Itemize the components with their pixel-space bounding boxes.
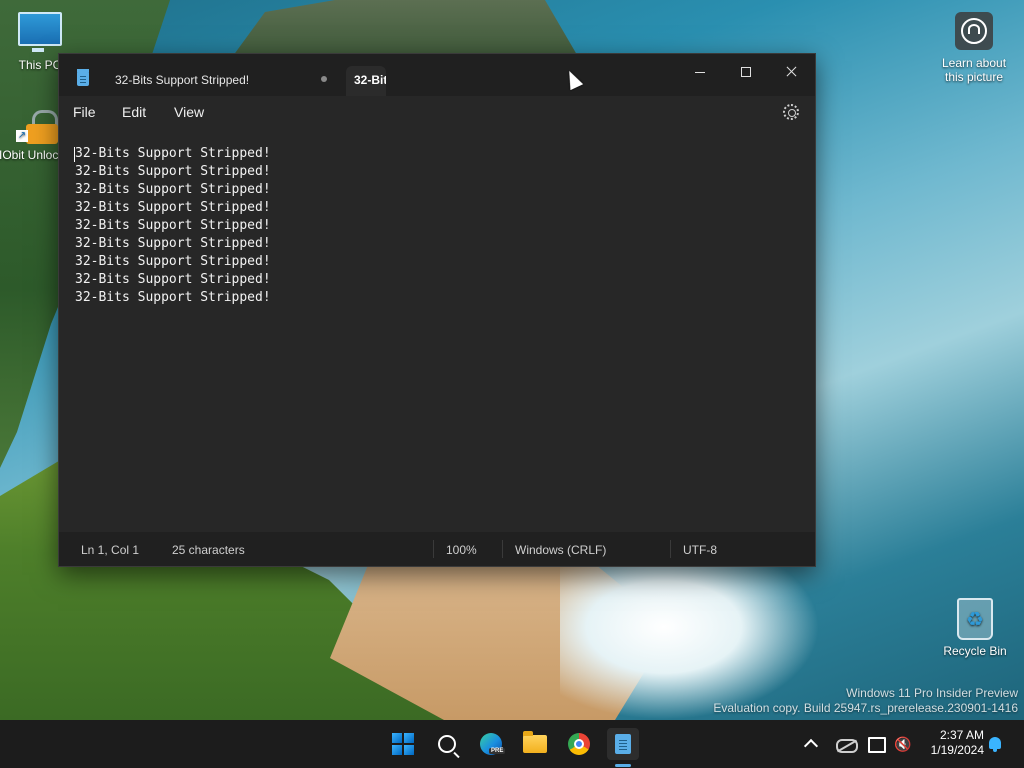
taskbar-notepad[interactable] [607,728,639,760]
clock-time: 2:37 AM [939,728,984,742]
editor-text[interactable]: 32-Bits Support Stripped! 32-Bits Support… [75,145,271,307]
close-button[interactable] [774,60,810,84]
learn-about-picture-icon [955,12,993,50]
editor-line: 32-Bits Support Stripped! [75,236,271,251]
taskbar-chrome[interactable] [563,728,595,760]
text-editor[interactable]: 32-Bits Support Stripped! 32-Bits Support… [59,132,815,532]
gear-icon[interactable] [783,104,799,120]
monitor-icon [18,12,62,52]
title-bar[interactable]: 32-Bits Support Stripped! 32-Bits Suppor… [59,54,815,96]
menu-view[interactable]: View [174,104,204,120]
windows-start-icon [392,733,414,755]
editor-line: 32-Bits Support Stripped! [75,200,271,215]
status-line-endings[interactable]: Windows (CRLF) [515,543,606,557]
tab-active[interactable]: 32-Bits Support Stripped! [346,66,386,96]
maximize-button[interactable] [728,60,764,84]
evaluation-watermark: Windows 11 Pro Insider Preview Evaluatio… [713,686,1018,716]
status-cursor-position[interactable]: Ln 1, Col 1 [81,543,139,557]
status-bar: Ln 1, Col 1 25 characters 100% Windows (… [59,532,815,566]
unsaved-dot-icon[interactable] [321,76,327,82]
notepad-window: 32-Bits Support Stripped! 32-Bits Suppor… [58,53,816,567]
menu-bar: File Edit View [59,96,815,132]
edge-pre-badge: PRE [489,748,506,754]
menu-edit[interactable]: Edit [122,104,146,120]
tab-label: 32-Bits Support Stripped! [354,73,386,87]
tab-label: 32-Bits Support Stripped! [115,73,250,87]
status-divider [670,540,671,558]
taskbar-edge-preview[interactable]: PRE [475,728,507,760]
desktop-icon-learn-about-picture[interactable]: Learn about this picture [934,12,1014,84]
editor-line: 32-Bits Support Stripped! [75,164,271,179]
tab-unsaved[interactable]: 32-Bits Support Stripped! [115,73,249,87]
editor-line: 32-Bits Support Stripped! [75,146,271,161]
editor-line: 32-Bits Support Stripped! [75,290,271,305]
search-button[interactable] [431,728,463,760]
desktop-icon-label: Recycle Bin [943,644,1007,658]
start-button[interactable] [387,728,419,760]
folder-icon [523,731,547,753]
taskbar-file-explorer[interactable] [519,728,551,760]
recycle-bin-icon: ♻ [957,598,993,640]
editor-line: 32-Bits Support Stripped! [75,254,271,269]
desktop-icon-recycle-bin[interactable]: ♻ Recycle Bin [935,598,1015,658]
menu-file[interactable]: File [73,104,96,120]
active-app-indicator [615,764,631,767]
iobit-unlocker-icon: ↗ [16,110,58,144]
chevron-up-icon[interactable] [803,738,819,754]
editor-line: 32-Bits Support Stripped! [75,218,271,233]
status-zoom[interactable]: 100% [446,543,477,557]
network-icon[interactable] [868,737,886,753]
editor-line: 32-Bits Support Stripped! [75,182,271,197]
editor-line: 32-Bits Support Stripped! [75,272,271,287]
clock-date: 1/19/2024 [930,743,984,757]
notepad-icon [615,734,631,754]
volume-muted-icon[interactable]: 🔇 [894,736,911,753]
status-encoding[interactable]: UTF-8 [683,543,717,557]
system-clock[interactable]: 2:37 AM 1/19/2024 [920,728,984,758]
watermark-line-1: Windows 11 Pro Insider Preview [846,686,1018,700]
onedrive-offline-icon[interactable] [836,739,858,753]
status-character-count: 25 characters [172,543,245,557]
status-divider [502,540,503,558]
status-divider [433,540,434,558]
desktop-icon-label: Learn about this picture [941,56,1007,84]
taskbar: PRE 🔇 2:37 AM 1/19/2024 [0,720,1024,768]
notification-bell-icon[interactable] [989,737,1001,752]
notepad-icon [77,69,89,86]
search-icon [438,735,456,753]
edge-icon: PRE [480,733,506,755]
watermark-line-2: Evaluation copy. Build 25947.rs_prerelea… [713,701,1018,715]
chrome-icon [568,733,590,755]
wallpaper-cliff-top [230,0,580,60]
minimize-button[interactable] [682,60,718,84]
